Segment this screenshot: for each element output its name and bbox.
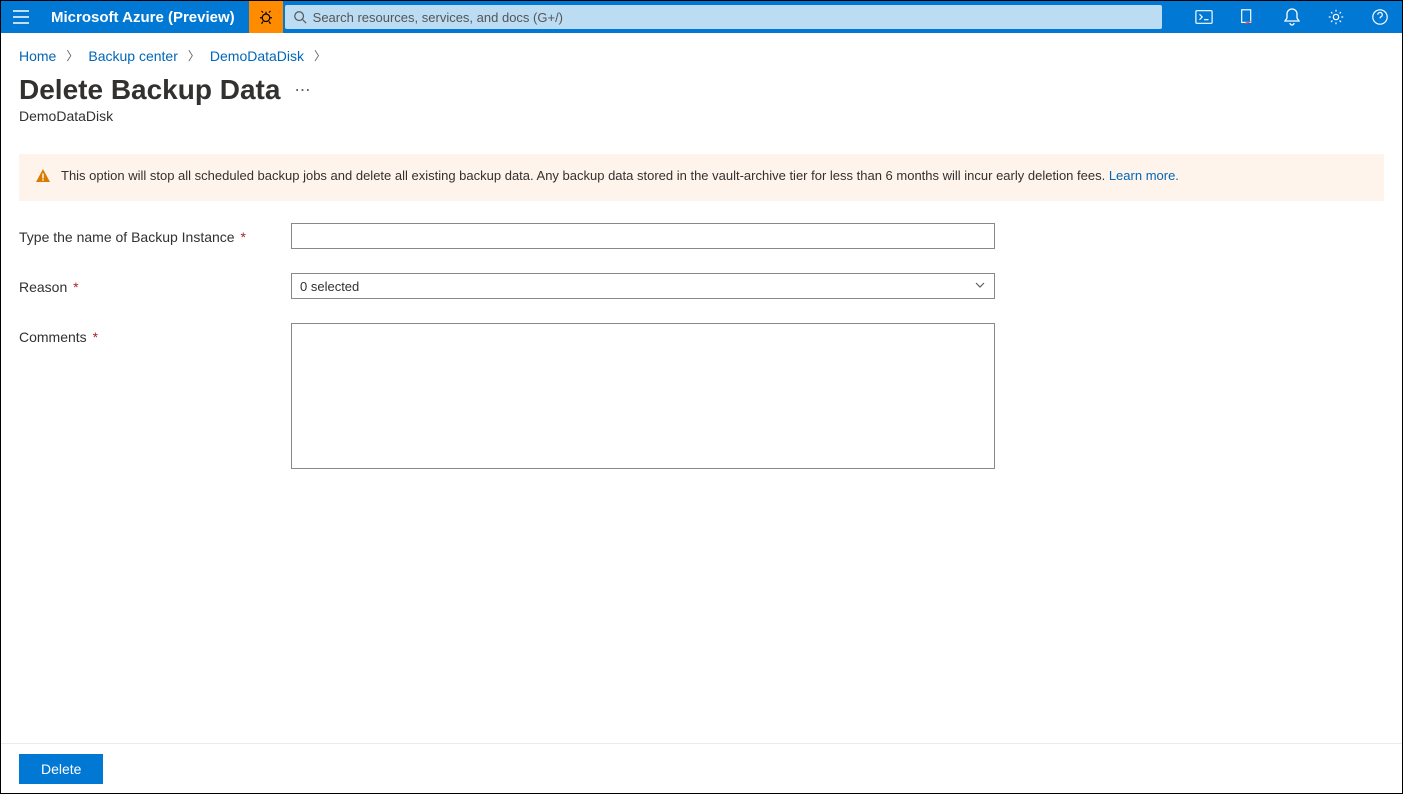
- brand-title[interactable]: Microsoft Azure (Preview): [41, 9, 249, 26]
- cloud-shell-button[interactable]: [1182, 1, 1226, 33]
- name-label: Type the name of Backup Instance *: [19, 223, 291, 249]
- topbar: Microsoft Azure (Preview): [1, 1, 1402, 33]
- help-button[interactable]: [1358, 1, 1402, 33]
- breadcrumb-backup-center[interactable]: Backup center: [88, 48, 178, 64]
- warning-text: This option will stop all scheduled back…: [61, 168, 1109, 183]
- bell-icon: [1284, 8, 1300, 26]
- required-marker: *: [89, 329, 98, 345]
- required-marker: *: [237, 229, 246, 245]
- page-subtitle: DemoDataDisk: [1, 106, 1402, 124]
- top-icons: [1182, 1, 1402, 33]
- name-label-text: Type the name of Backup Instance: [19, 229, 235, 245]
- breadcrumb: Home 〉 Backup center 〉 DemoDataDisk 〉: [1, 33, 1402, 68]
- warning-icon: [35, 168, 51, 187]
- searchbox[interactable]: [285, 5, 1162, 29]
- bug-icon: [257, 8, 275, 26]
- search-icon: [293, 10, 307, 24]
- cloud-shell-icon: [1195, 9, 1213, 25]
- form-row-name: Type the name of Backup Instance *: [19, 223, 1384, 249]
- required-marker: *: [69, 279, 78, 295]
- breadcrumb-demodatadisk[interactable]: DemoDataDisk: [210, 48, 304, 64]
- filter-icon: [1239, 8, 1257, 26]
- settings-button[interactable]: [1314, 1, 1358, 33]
- delete-form: Type the name of Backup Instance * Reaso…: [1, 201, 1402, 472]
- reason-select-value: 0 selected: [300, 279, 359, 294]
- hamburger-menu-button[interactable]: [1, 1, 41, 33]
- gear-icon: [1327, 8, 1345, 26]
- comments-label-text: Comments: [19, 329, 87, 345]
- warning-text-container: This option will stop all scheduled back…: [61, 168, 1179, 183]
- chevron-right-icon: 〉: [66, 47, 78, 64]
- reason-control: 0 selected: [291, 273, 995, 299]
- reason-label: Reason *: [19, 273, 291, 299]
- learn-more-link[interactable]: Learn more.: [1109, 168, 1179, 183]
- footer: Delete: [1, 743, 1402, 793]
- backup-instance-name-input[interactable]: [291, 223, 995, 249]
- comments-label: Comments *: [19, 323, 291, 472]
- comments-textarea[interactable]: [291, 323, 995, 469]
- help-icon: [1371, 8, 1389, 26]
- form-row-comments: Comments *: [19, 323, 1384, 472]
- page-title-row: Delete Backup Data ⋯: [1, 68, 1402, 106]
- title-more-button[interactable]: ⋯: [294, 80, 311, 100]
- page-title: Delete Backup Data: [19, 74, 280, 106]
- chevron-right-icon: 〉: [314, 47, 326, 64]
- comments-control: [291, 323, 995, 472]
- search-input[interactable]: [313, 10, 1154, 25]
- breadcrumb-home[interactable]: Home: [19, 48, 56, 64]
- chevron-right-icon: 〉: [188, 47, 200, 64]
- reason-select[interactable]: 0 selected: [291, 273, 995, 299]
- chevron-down-icon: [974, 279, 986, 294]
- delete-button[interactable]: Delete: [19, 754, 103, 784]
- notifications-button[interactable]: [1270, 1, 1314, 33]
- form-row-reason: Reason * 0 selected: [19, 273, 1384, 299]
- directory-filter-button[interactable]: [1226, 1, 1270, 33]
- reason-label-text: Reason: [19, 279, 67, 295]
- name-control: [291, 223, 995, 249]
- hamburger-icon: [13, 10, 29, 24]
- preview-bug-button[interactable]: [249, 1, 283, 33]
- warning-banner: This option will stop all scheduled back…: [19, 154, 1384, 201]
